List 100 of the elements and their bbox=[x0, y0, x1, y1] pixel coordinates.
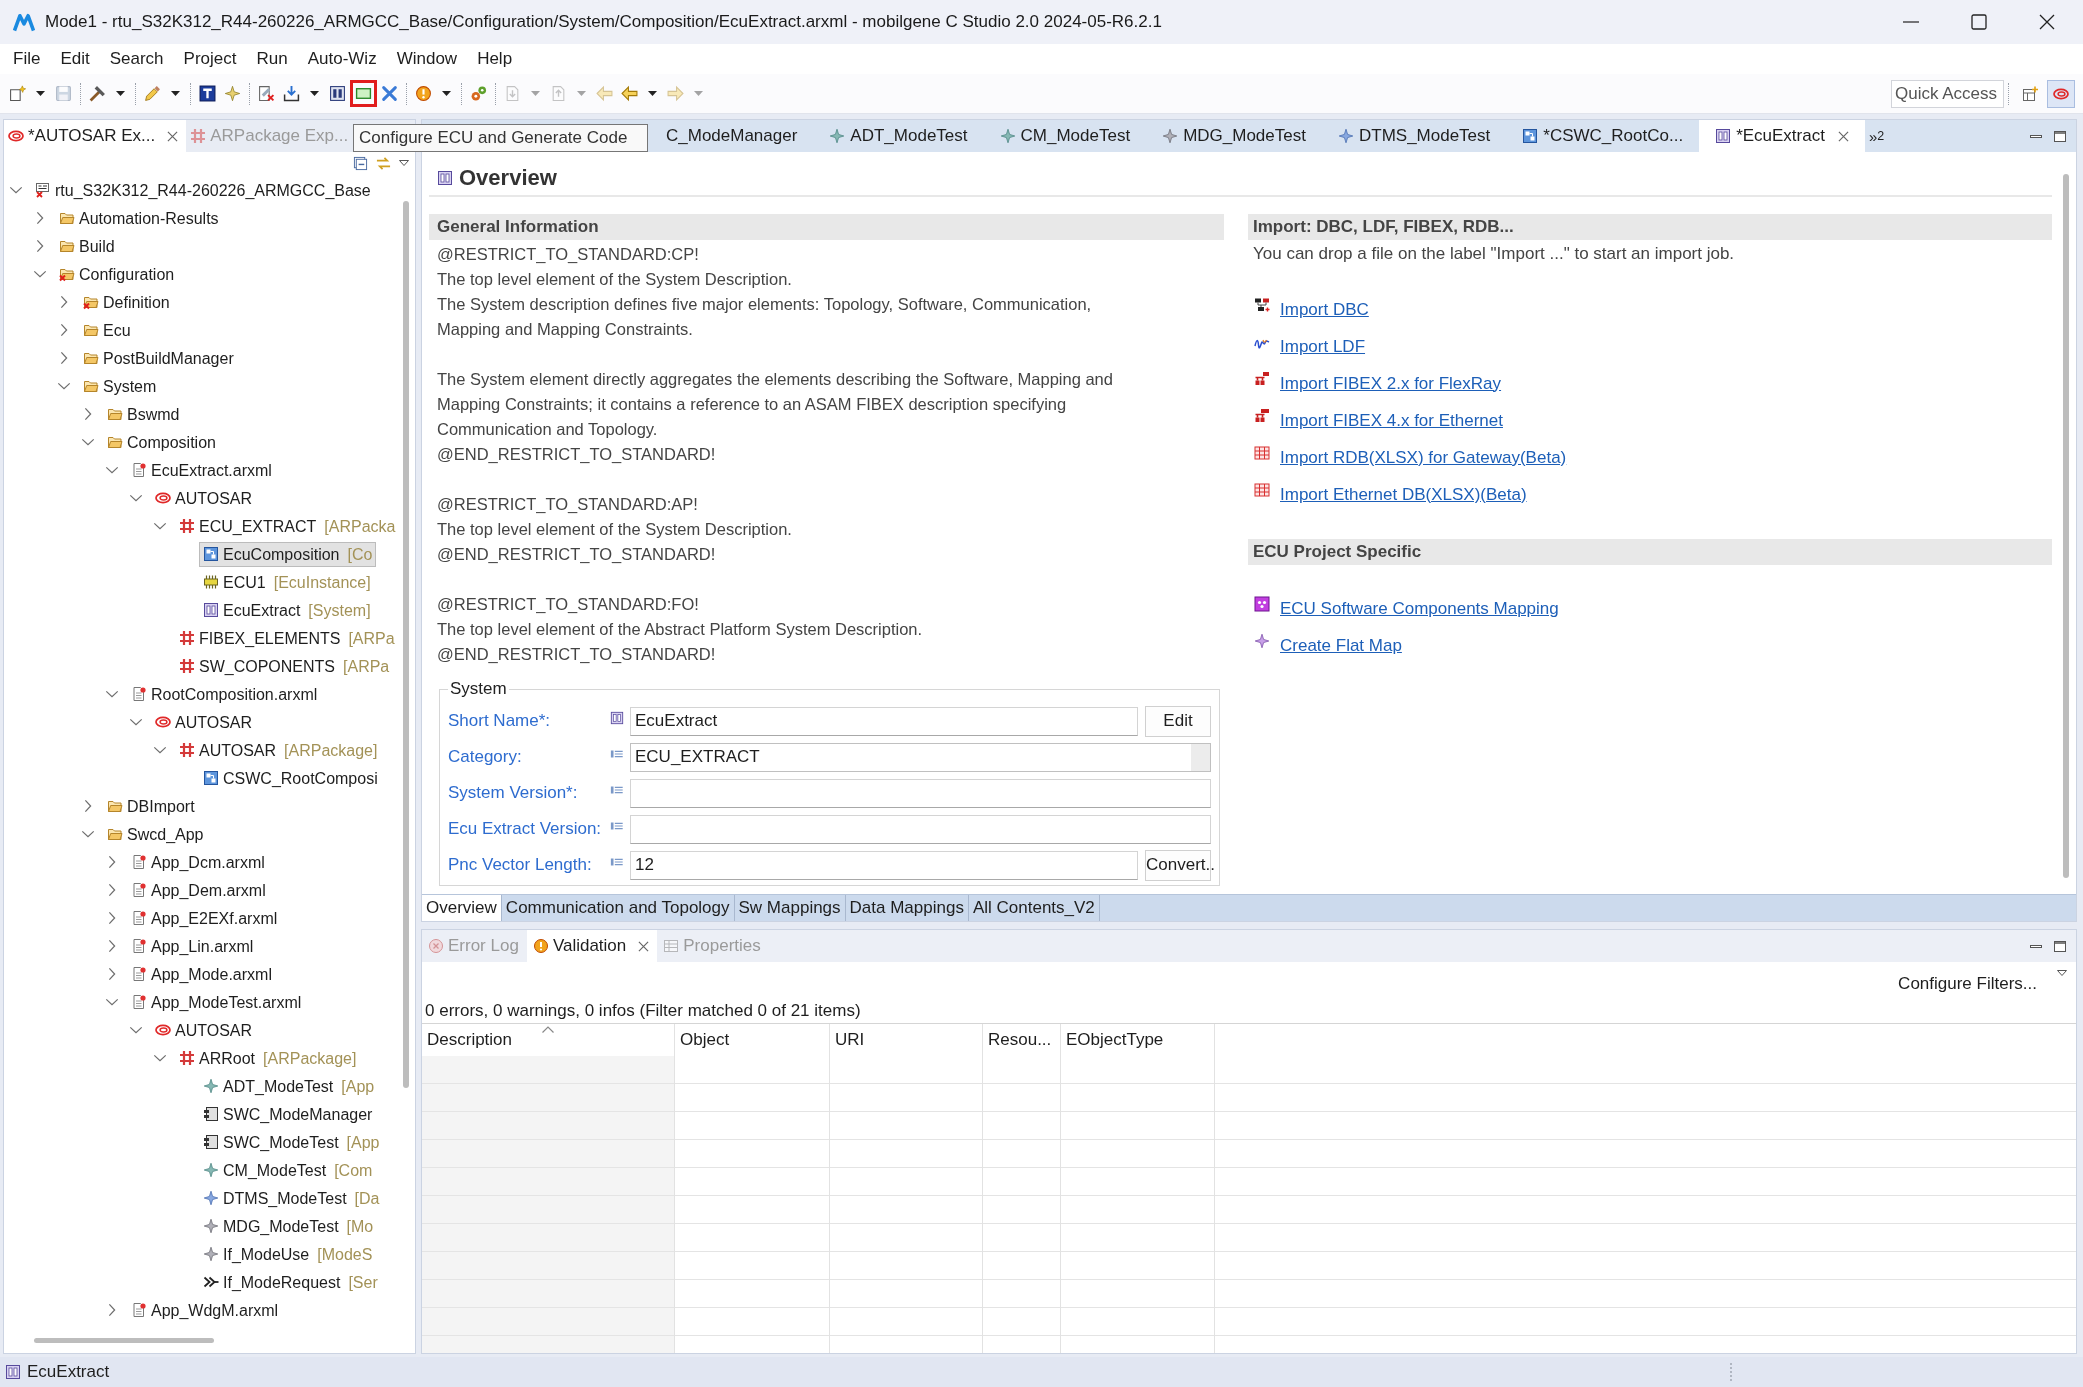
tree-item[interactable]: App_E2EXf.arxml bbox=[127, 905, 282, 931]
editor-tab[interactable]: CM_ModeTest bbox=[983, 120, 1147, 152]
tree-item[interactable]: CSWC_RootComposi bbox=[199, 765, 382, 791]
menu-item[interactable]: File bbox=[3, 47, 51, 71]
action-link[interactable]: Create Flat Map bbox=[1280, 635, 1402, 656]
tree-item[interactable]: ECU_EXTRACT [ARPacka bbox=[175, 513, 400, 539]
text-field[interactable] bbox=[630, 814, 1211, 844]
tree-item[interactable]: CM_ModeTest [Com bbox=[199, 1157, 377, 1183]
swap-arrows-icon[interactable] bbox=[376, 155, 391, 171]
tree-item[interactable]: App_Dem.arxml bbox=[127, 877, 270, 903]
minimize-icon[interactable] bbox=[2030, 944, 2042, 948]
menu-item[interactable]: Window bbox=[386, 47, 468, 71]
menu-item[interactable]: Search bbox=[99, 47, 174, 71]
import-link[interactable]: Import LDF bbox=[1280, 336, 1366, 357]
tree-item[interactable]: If_ModeRequest [Ser bbox=[199, 1269, 382, 1295]
action-button[interactable]: Edit bbox=[1145, 705, 1211, 737]
collapse-all-icon[interactable] bbox=[353, 155, 368, 171]
column-header[interactable]: EObjectType bbox=[1061, 1024, 1215, 1056]
maximize-icon[interactable] bbox=[2054, 940, 2066, 952]
tree-item[interactable]: ECU1 [EcuInstance] bbox=[199, 569, 375, 595]
minimize-icon[interactable] bbox=[2030, 134, 2042, 138]
import-link[interactable]: Import FIBEX 2.x for FlexRay bbox=[1280, 373, 1502, 394]
field-label[interactable]: Pnc Vector Length: bbox=[448, 855, 609, 875]
menu-item[interactable]: Run bbox=[246, 47, 298, 71]
tree-item[interactable]: Automation-Results bbox=[55, 205, 223, 231]
tree-item[interactable]: EcuExtract [System] bbox=[199, 597, 375, 623]
tree-item[interactable]: App_WdgM.arxml bbox=[127, 1297, 283, 1323]
page-tab[interactable]: Data Mappings bbox=[845, 895, 969, 921]
maximize-icon[interactable] bbox=[1971, 14, 1987, 30]
tree-item[interactable]: App_Lin.arxml bbox=[127, 933, 258, 959]
tree-item[interactable]: Build bbox=[55, 233, 119, 259]
view-tab[interactable]: Validation bbox=[526, 930, 658, 962]
tree-item[interactable]: SWC_ModeTest [App bbox=[199, 1129, 384, 1155]
menu-item[interactable]: Auto-Wiz bbox=[297, 47, 387, 71]
triangle-down-icon[interactable] bbox=[399, 160, 409, 166]
menu-item[interactable]: Project bbox=[173, 47, 247, 71]
editor-tab[interactable]: ADT_ModeTest bbox=[813, 120, 984, 152]
scrollbar-thumb[interactable] bbox=[34, 1338, 214, 1343]
tree-item[interactable]: DBImport bbox=[103, 793, 199, 819]
tree-item[interactable]: Bswmd bbox=[103, 401, 184, 427]
field-label[interactable]: Category: bbox=[448, 747, 609, 767]
page-tab[interactable]: Sw Mappings bbox=[734, 895, 846, 921]
close-icon[interactable] bbox=[2039, 14, 2055, 30]
text-field[interactable] bbox=[630, 778, 1211, 808]
tree-item[interactable]: If_ModeUse [ModeS bbox=[199, 1241, 377, 1267]
tree-item[interactable]: App_Mode.arxml bbox=[127, 961, 276, 987]
import-link[interactable]: Import Ethernet DB(XLSX)(Beta) bbox=[1280, 484, 1527, 505]
configure-filters-button[interactable]: Configure Filters... bbox=[1898, 973, 2037, 994]
tree-item[interactable]: SWC_ModeManager bbox=[199, 1101, 377, 1127]
column-header[interactable]: Object bbox=[675, 1024, 830, 1056]
tree-item[interactable]: MDG_ModeTest [Mo bbox=[199, 1213, 378, 1239]
tree-item[interactable]: AUTOSAR bbox=[151, 709, 257, 735]
tree-item[interactable]: ARRoot [ARPackage] bbox=[175, 1045, 361, 1071]
action-link[interactable]: ECU Software Components Mapping bbox=[1280, 598, 1559, 619]
menu-item[interactable]: Edit bbox=[50, 47, 100, 71]
tree-item[interactable]: AUTOSAR [ARPackage] bbox=[175, 737, 382, 763]
tree-item[interactable]: FIBEX_ELEMENTS [ARPa bbox=[175, 625, 399, 651]
menu-item[interactable]: Help bbox=[467, 47, 523, 71]
tree-item[interactable]: System bbox=[79, 373, 161, 399]
tree-item[interactable]: RootComposition.arxml bbox=[127, 681, 322, 707]
text-field[interactable]: EcuExtract bbox=[630, 706, 1138, 736]
scrollbar-thumb[interactable] bbox=[2063, 174, 2069, 878]
field-label[interactable]: System Version*: bbox=[448, 783, 609, 803]
editor-tab[interactable]: C_ModeManager bbox=[650, 120, 814, 152]
tree-item[interactable]: DTMS_ModeTest [Da bbox=[199, 1185, 384, 1211]
scrollbar-thumb[interactable] bbox=[403, 201, 409, 1088]
import-link[interactable]: Import FIBEX 4.x for Ethernet bbox=[1280, 410, 1503, 431]
tree-item[interactable]: Swcd_App bbox=[103, 821, 208, 847]
editor-tab[interactable]: DTMS_ModeTest bbox=[1321, 120, 1507, 152]
page-tab[interactable]: Communication and Topology bbox=[501, 895, 735, 921]
field-label[interactable]: Short Name*: bbox=[448, 711, 609, 731]
tree-item[interactable]: App_Dcm.arxml bbox=[127, 849, 269, 875]
text-field[interactable]: 12 bbox=[630, 850, 1138, 880]
view-tab[interactable]: *AUTOSAR Ex... bbox=[4, 120, 187, 152]
editor-tab[interactable]: *CSWC_RootCo... bbox=[1506, 120, 1700, 152]
field-label[interactable]: Ecu Extract Version: bbox=[448, 819, 609, 839]
tree-item[interactable]: App_ModeTest.arxml bbox=[127, 989, 306, 1015]
tree-item[interactable]: rtu_S32K312_R44-260226_ARMGCC_Base bbox=[31, 177, 375, 203]
page-tab[interactable]: Overview bbox=[422, 895, 502, 921]
maximize-icon[interactable] bbox=[2054, 130, 2066, 142]
tree-item[interactable]: Configuration bbox=[55, 261, 179, 287]
tree-item[interactable]: SW_COPONENTS [ARPa bbox=[175, 653, 394, 679]
tree-item[interactable]: ADT_ModeTest [App bbox=[199, 1073, 379, 1099]
column-header[interactable]: Resou... bbox=[983, 1024, 1061, 1056]
tree-item[interactable]: PostBuildManager bbox=[79, 345, 238, 371]
editor-tab[interactable]: *EcuExtract bbox=[1699, 120, 1865, 152]
perspective-button[interactable] bbox=[2047, 79, 2075, 108]
combo-box[interactable]: ECU_EXTRACT bbox=[630, 742, 1211, 772]
page-tab[interactable]: All Contents_V2 bbox=[968, 895, 1100, 921]
tree-item[interactable]: EcuComposition [Co bbox=[199, 541, 377, 567]
import-link[interactable]: Import RDB(XLSX) for Gateway(Beta) bbox=[1280, 447, 1567, 468]
tree-item[interactable]: AUTOSAR bbox=[151, 1017, 257, 1043]
tree-item[interactable]: EcuExtract.arxml bbox=[127, 457, 276, 483]
import-link[interactable]: Import DBC bbox=[1280, 299, 1369, 320]
triangle-down-icon[interactable] bbox=[2057, 970, 2067, 976]
tree-item[interactable]: Composition bbox=[103, 429, 220, 455]
column-header[interactable]: URI bbox=[830, 1024, 983, 1056]
tree-item[interactable]: Definition bbox=[79, 289, 174, 315]
editor-tab[interactable]: MDG_ModeTest bbox=[1146, 120, 1322, 152]
tree-item[interactable]: AUTOSAR bbox=[151, 485, 257, 511]
